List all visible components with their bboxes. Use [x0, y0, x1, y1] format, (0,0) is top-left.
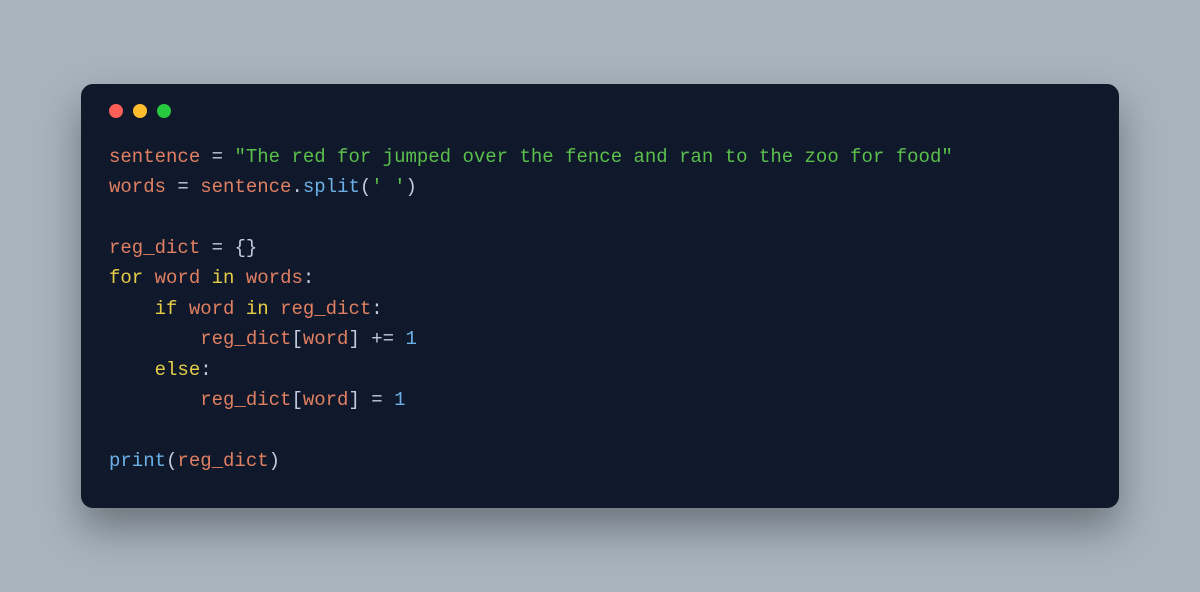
maximize-icon[interactable]	[157, 104, 171, 118]
operator-token: +=	[371, 328, 394, 350]
variable-token: word	[303, 389, 349, 411]
variable-token: reg_dict	[109, 237, 200, 259]
code-line-2: words = sentence.split(' ')	[109, 176, 417, 198]
punct-token: ]	[348, 328, 359, 350]
punct-token: (	[166, 450, 177, 472]
code-line-11: print(reg_dict)	[109, 450, 280, 472]
operator-token: =	[371, 389, 382, 411]
code-window: sentence = "The red for jumped over the …	[81, 84, 1119, 508]
call-token: print	[109, 450, 166, 472]
variable-token: word	[155, 267, 201, 289]
code-line-8: else:	[109, 359, 212, 381]
code-block: sentence = "The red for jumped over the …	[109, 142, 1091, 476]
brace-token: {}	[234, 237, 257, 259]
keyword-token: in	[212, 267, 235, 289]
punct-token: :	[303, 267, 314, 289]
number-token: 1	[405, 328, 416, 350]
punct-token: )	[406, 176, 417, 198]
number-token: 1	[394, 389, 405, 411]
keyword-token: for	[109, 267, 143, 289]
variable-token: reg_dict	[280, 298, 371, 320]
keyword-token: else	[155, 359, 201, 381]
variable-token: word	[189, 298, 235, 320]
keyword-token: in	[246, 298, 269, 320]
code-line-4: reg_dict = {}	[109, 237, 257, 259]
punct-token: .	[291, 176, 302, 198]
variable-token: word	[303, 328, 349, 350]
operator-token: =	[166, 176, 200, 198]
punct-token: [	[291, 389, 302, 411]
punct-token: )	[269, 450, 280, 472]
string-token: "The red for jumped over the fence and r…	[234, 146, 952, 168]
window-titlebar	[109, 104, 1091, 118]
variable-token: sentence	[200, 176, 291, 198]
code-line-5: for word in words:	[109, 267, 314, 289]
variable-token: reg_dict	[200, 328, 291, 350]
variable-token: sentence	[109, 146, 200, 168]
string-token: ' '	[371, 176, 405, 198]
operator-token: =	[200, 237, 234, 259]
minimize-icon[interactable]	[133, 104, 147, 118]
punct-token: ]	[348, 389, 359, 411]
punct-token: :	[371, 298, 382, 320]
operator-token: =	[200, 146, 234, 168]
punct-token: :	[200, 359, 211, 381]
call-token: split	[303, 176, 360, 198]
variable-token: words	[246, 267, 303, 289]
code-line-6: if word in reg_dict:	[109, 298, 383, 320]
variable-token: reg_dict	[177, 450, 268, 472]
code-line-7: reg_dict[word] += 1	[109, 328, 417, 350]
variable-token: words	[109, 176, 166, 198]
variable-token: reg_dict	[200, 389, 291, 411]
code-line-9: reg_dict[word] = 1	[109, 389, 405, 411]
punct-token: [	[291, 328, 302, 350]
punct-token: (	[360, 176, 371, 198]
close-icon[interactable]	[109, 104, 123, 118]
code-line-1: sentence = "The red for jumped over the …	[109, 146, 953, 168]
keyword-token: if	[155, 298, 178, 320]
